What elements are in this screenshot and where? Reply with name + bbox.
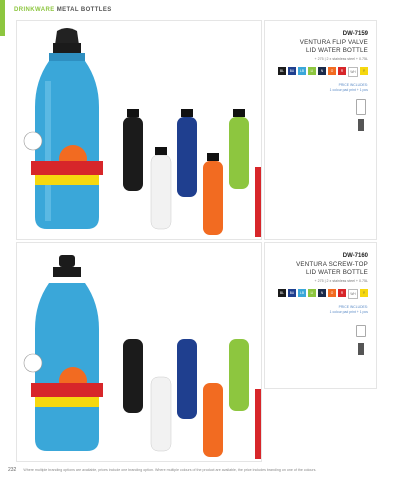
bottle-group-screw-top — [23, 255, 261, 459]
product-spec: + 275 | 2 x stainless steel + 0.75L — [314, 279, 368, 283]
pricing-note: PRICE INCLUDES: 1 colour pad print + 1 p… — [329, 83, 368, 92]
swatch-bl: BL — [278, 289, 286, 297]
swatch-lb: LB — [298, 289, 306, 297]
product-title-line2: LID WATER BOTTLE — [306, 47, 368, 54]
product-code: DW-7159 — [342, 31, 368, 37]
bottle-thumbnail — [358, 119, 364, 131]
hero-bottle — [35, 28, 99, 229]
product-code: DW-7160 — [342, 253, 368, 259]
swatch-li: LI — [308, 67, 316, 75]
bottle-black — [123, 109, 143, 191]
product-title-line1: VENTURA SCREW-TOP — [296, 261, 368, 268]
swatch-lb: LB — [298, 67, 306, 75]
bottle-thumbnail — [358, 343, 364, 355]
product-title-line1: VENTURA FLIP VALVE — [299, 39, 368, 46]
color-swatches: BL BU LB LI N O R WH Y — [278, 289, 368, 299]
bottle-red — [255, 389, 261, 459]
swatch-y: Y — [360, 67, 368, 75]
bottle-white — [150, 376, 172, 452]
swatch-bu: BU — [288, 289, 296, 297]
swatch-r: R — [338, 67, 346, 75]
bottle-black — [123, 339, 143, 413]
swatch-n: N — [318, 67, 326, 75]
product-info-flip-valve: DW-7159 VENTURA FLIP VALVE LID WATER BOT… — [264, 20, 377, 240]
bottle-white — [150, 147, 172, 230]
product-title-line2: LID WATER BOTTLE — [306, 269, 368, 276]
bottle-lime — [229, 339, 249, 411]
swatch-li: LI — [308, 289, 316, 297]
swatch-bl: BL — [278, 67, 286, 75]
bottle-orange — [203, 153, 223, 235]
badge-bpa — [23, 353, 43, 373]
lid-icon — [356, 99, 366, 115]
swatch-n: N — [318, 289, 326, 297]
product-info-screw-top: DW-7160 VENTURA SCREW-TOP LID WATER BOTT… — [264, 242, 377, 389]
product-photo-flip-valve — [16, 20, 262, 240]
swatch-wh: WH — [348, 67, 358, 77]
bottle-group-flip-valve — [23, 28, 261, 237]
bottle-royal — [177, 109, 197, 197]
breadcrumb-subcategory: METAL BOTTLES — [56, 7, 112, 13]
swatch-o: O — [328, 67, 336, 75]
hero-bottle — [35, 255, 99, 451]
swatch-r: R — [338, 289, 346, 297]
page-footer: 232 Where multiple branding options are … — [8, 467, 316, 473]
bottle-royal — [177, 339, 197, 419]
bottle-orange — [203, 383, 223, 457]
swatch-bu: BU — [288, 67, 296, 75]
bottle-lime — [229, 109, 249, 189]
color-swatches: BL BU LB LI N O R WH Y — [278, 67, 368, 77]
product-spec: + 275 | 2 x stainless steel + 0.75L — [314, 57, 368, 61]
footer-note: Where multiple branding options are avai… — [23, 468, 317, 472]
bottle-red — [255, 167, 261, 237]
badge-bpa — [23, 131, 43, 151]
section-accent-bar — [0, 0, 5, 36]
breadcrumb-category: DRINKWARE — [14, 7, 55, 13]
product-photo-screw-top — [16, 242, 262, 462]
pricing-note: PRICE INCLUDES: 1 colour pad print + 1 p… — [329, 305, 368, 314]
swatch-wh: WH — [348, 289, 358, 299]
breadcrumb: DRINKWARE METAL BOTTLES — [14, 7, 112, 13]
swatch-o: O — [328, 289, 336, 297]
swatch-y: Y — [360, 289, 368, 297]
lid-icon — [356, 325, 366, 337]
page-number: 232 — [8, 467, 17, 473]
